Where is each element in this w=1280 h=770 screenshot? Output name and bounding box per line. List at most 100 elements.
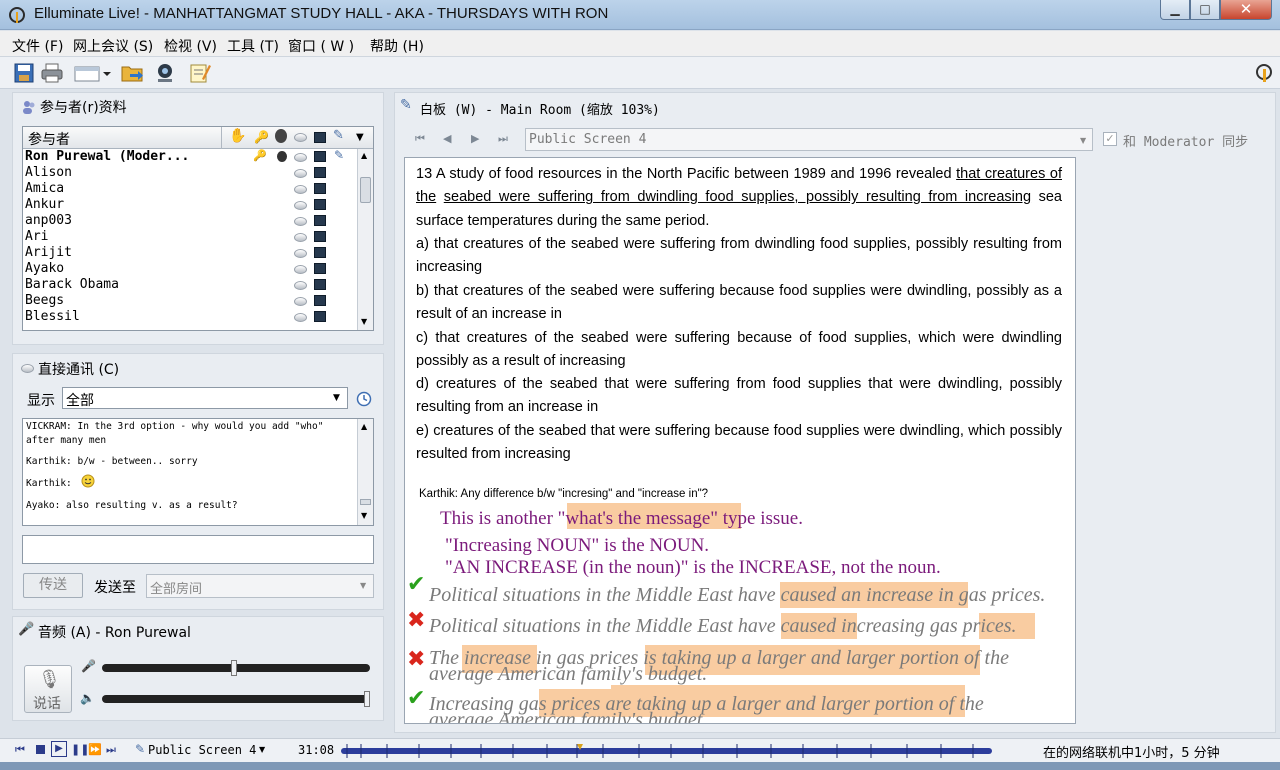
stop-icon[interactable]	[36, 745, 45, 754]
participants-title: 参与者(r)资料	[40, 100, 127, 116]
first-screen-icon[interactable]: ⏮	[415, 132, 425, 146]
participant-row[interactable]: Ankur	[23, 197, 359, 213]
whiteboard-column-icon[interactable]: ✎	[333, 128, 344, 143]
timeline-ticks	[346, 744, 974, 758]
next-screen-icon[interactable]: ▶	[471, 132, 479, 145]
minimize-button[interactable]: ▁	[1160, 0, 1190, 20]
participant-row[interactable]: Ari	[23, 229, 359, 245]
example-sentence: average American family's budget.	[429, 709, 708, 724]
save-icon[interactable]	[12, 61, 36, 85]
scroll-thumb[interactable]	[360, 177, 371, 203]
raise-hand-icon[interactable]: ✋	[229, 128, 246, 144]
whiteboard-pen-icon: ✎	[400, 97, 412, 113]
pasted-chat-note: Karthik: Any difference b/w "incresing" …	[419, 488, 709, 500]
check-mark-icon: ✔	[407, 686, 426, 711]
participant-name: anp003	[25, 213, 72, 228]
chat-permission-icon	[294, 233, 307, 242]
cross-mark-icon: ✖	[407, 647, 426, 672]
scroll-down-icon[interactable]: ▼	[361, 317, 367, 326]
participant-row[interactable]: Ron Purewal (Moder... 🔑 ✎	[23, 148, 359, 165]
chat-log: VICKRAM: In the 3rd option - why would y…	[22, 418, 374, 526]
mic-slider-thumb[interactable]	[231, 660, 237, 676]
show-filter-select[interactable]: 全部 ▼	[62, 387, 348, 409]
profile-icon[interactable]	[275, 129, 287, 143]
send-to-select[interactable]: 全部房间 ▼	[146, 574, 374, 598]
participant-name: Barack Obama	[25, 277, 119, 292]
participant-name: Ankur	[25, 197, 65, 212]
menu-help[interactable]: 帮助 (H)	[370, 36, 424, 56]
menu-tools[interactable]: 工具 (T)	[227, 36, 279, 56]
scroll-down-icon[interactable]: ▼	[361, 511, 367, 520]
option-d: d) creatures of the seabed that were suf…	[416, 376, 1062, 416]
dropdown-arrow-icon: ▼	[333, 393, 340, 403]
talk-label: 说话	[33, 696, 61, 712]
title-bar: Elluminate Live! - MANHATTANGMAT STUDY H…	[0, 0, 1280, 30]
menu-bar: 文件 (F) 网上会议 (S) 检视 (V) 工具 (T) 窗口 ( W ) 帮…	[0, 31, 1280, 57]
chat-input[interactable]	[22, 535, 374, 564]
load-file-icon[interactable]	[120, 61, 144, 85]
close-button[interactable]: ✕	[1220, 0, 1272, 20]
speaker-slider-thumb[interactable]	[364, 691, 370, 707]
moderator-key-icon[interactable]: 🔑	[254, 130, 269, 144]
participants-column-header[interactable]: 参与者	[28, 129, 70, 149]
chat-permission-icon	[294, 169, 307, 178]
menu-session[interactable]: 网上会议 (S)	[73, 36, 153, 56]
microphone-icon: 🎙	[38, 669, 61, 690]
participant-row[interactable]: Barack Obama	[23, 277, 359, 293]
app-share-permission-icon	[314, 279, 326, 290]
participant-row[interactable]: Blessil	[23, 309, 359, 325]
dropdown-arrow-icon[interactable]: ▼	[259, 745, 265, 754]
last-screen-icon[interactable]: ⏭	[498, 132, 508, 146]
participant-row[interactable]: Amica	[23, 181, 359, 197]
webcam-icon[interactable]	[153, 61, 177, 85]
send-button[interactable]: 传送	[23, 573, 83, 598]
play-icon[interactable]: ▶	[51, 741, 67, 757]
participants-scrollbar[interactable]: ▲ ▼	[357, 149, 373, 330]
participant-row[interactable]: Arijit	[23, 245, 359, 261]
menu-file[interactable]: 文件 (F)	[12, 36, 63, 56]
pause-icon[interactable]: ❚❚	[71, 743, 89, 756]
previous-screen-icon[interactable]: ◀	[443, 132, 451, 145]
screen-select[interactable]: Public Screen 4 ▼	[525, 128, 1093, 151]
maximize-icon: □	[1199, 2, 1211, 16]
whiteboard-canvas[interactable]: 13 A study of food resources in the Nort…	[404, 157, 1076, 724]
profile-icon	[277, 151, 287, 162]
chat-scrollbar[interactable]: ▲ ▼	[357, 419, 373, 525]
chat-column-icon[interactable]	[294, 133, 307, 142]
scroll-up-icon[interactable]: ▲	[361, 151, 367, 160]
columns-menu-icon[interactable]: ▼	[356, 132, 364, 143]
sync-checkbox[interactable]: ✓	[1103, 132, 1117, 146]
notes-icon[interactable]	[188, 61, 212, 85]
maximize-button[interactable]: □	[1190, 0, 1220, 20]
scroll-up-icon[interactable]: ▲	[361, 422, 367, 431]
chat-bubble-icon	[21, 364, 34, 373]
toolbar	[0, 57, 1280, 89]
app-share-permission-icon	[314, 183, 326, 194]
current-screen-label[interactable]: Public Screen 4	[148, 743, 256, 757]
participant-row[interactable]: Alison	[23, 165, 359, 181]
menu-view[interactable]: 检视 (V)	[164, 36, 217, 56]
layout-dropdown-icon[interactable]	[74, 61, 112, 85]
print-icon[interactable]	[40, 61, 64, 85]
option-a: a) that creatures of the seabed were suf…	[416, 236, 1062, 276]
menu-window[interactable]: 窗口 ( W )	[288, 36, 354, 56]
scroll-thumb[interactable]	[360, 499, 371, 505]
talk-button[interactable]: 🎙 说话	[24, 665, 72, 713]
participant-name: Ron Purewal (Moder...	[25, 149, 190, 164]
speaker-volume-slider[interactable]	[102, 695, 370, 703]
chat-permission-icon	[294, 281, 307, 290]
fast-forward-icon[interactable]: ⏩	[88, 743, 102, 756]
mic-level-icon: 🎤	[81, 659, 96, 673]
audio-panel: 🎤 音频 (A) - Ron Purewal 🎙 说话 🎤 🔈	[12, 616, 384, 721]
rewind-icon[interactable]: ⏮	[15, 743, 25, 757]
app-share-column-icon[interactable]	[314, 132, 326, 143]
participant-row[interactable]: anp003	[23, 213, 359, 229]
example-sentence: Political situations in the Middle East …	[429, 584, 1046, 606]
question-tail-2: temperatures during the same period.	[467, 212, 710, 229]
clock-icon[interactable]	[356, 391, 372, 407]
question-lead: 13 A study of food resources in the Nort…	[416, 166, 957, 182]
app-share-permission-icon	[314, 263, 326, 274]
participant-row[interactable]: Ayako	[23, 261, 359, 277]
skip-end-icon[interactable]: ⏭	[106, 743, 116, 757]
participant-row[interactable]: Beegs	[23, 293, 359, 309]
